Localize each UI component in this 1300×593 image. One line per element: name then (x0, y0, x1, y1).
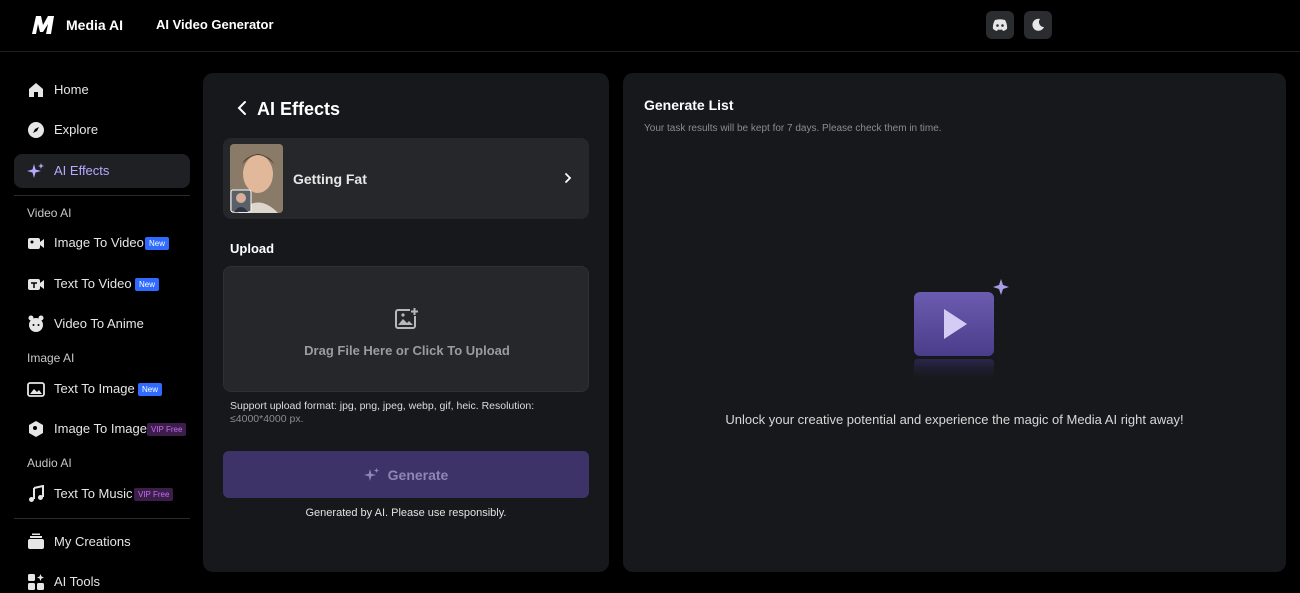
support-resolution-text: ≤4000*4000 px. (230, 413, 304, 425)
sidebar-item-label: Image To Video (54, 235, 144, 250)
empty-state-message: Unlock your creative potential and exper… (725, 412, 1184, 427)
sidebar-item-label: Video To Anime (54, 316, 144, 331)
sidebar-item-label: Home (54, 82, 89, 97)
music-note-icon (29, 485, 44, 502)
home-icon (29, 83, 43, 97)
ai-effects-panel: AI Effects Getting Fat Upload Drag File … (203, 73, 609, 572)
text-to-image-icon (27, 382, 45, 397)
new-badge: New (145, 237, 170, 250)
upload-label: Upload (230, 241, 275, 256)
image-to-image-icon (29, 421, 43, 437)
sidebar-item-home[interactable]: Home (14, 73, 190, 107)
generate-button[interactable]: Generate (223, 451, 589, 498)
back-arrow-icon[interactable] (235, 100, 249, 116)
divider (14, 518, 190, 519)
media-ai-logo[interactable] (30, 13, 58, 37)
section-title-audio-ai: Audio AI (27, 456, 72, 470)
sparkle-icon (27, 163, 44, 178)
generate-list-subtitle: Your task results will be kept for 7 day… (644, 123, 942, 134)
page-title: AI Effects (257, 99, 341, 119)
sidebar-item-ai-tools[interactable]: AI Tools (14, 565, 190, 593)
moon-icon (1032, 18, 1044, 31)
sidebar: Home Explore AI Effects Video AI Image T… (14, 52, 190, 593)
image-to-video-icon (28, 238, 44, 249)
section-title-video-ai: Video AI (27, 206, 72, 220)
chevron-right-icon (565, 173, 572, 183)
discord-button[interactable] (986, 11, 1014, 39)
sidebar-item-my-creations[interactable]: My Creations (14, 525, 190, 559)
vip-free-badge: VIP Free (147, 423, 187, 436)
divider (14, 195, 190, 196)
effect-thumbnail (230, 144, 283, 213)
video-placeholder-illustration (914, 279, 1009, 385)
discord-icon (992, 19, 1008, 31)
sidebar-item-label: Text To Image (54, 381, 135, 396)
compass-icon (28, 122, 44, 138)
sidebar-item-image-to-video[interactable]: Image To Video New (14, 226, 190, 260)
add-image-icon (395, 307, 419, 329)
new-badge: New (135, 278, 160, 291)
effect-selector[interactable]: Getting Fat (223, 138, 589, 219)
sidebar-item-ai-effects[interactable]: AI Effects (14, 154, 190, 188)
sidebar-item-label: Text To Video (54, 276, 132, 291)
sparkle-icon (363, 467, 379, 481)
sidebar-item-video-to-anime[interactable]: Video To Anime (14, 307, 190, 341)
anime-face-icon (28, 315, 44, 332)
theme-toggle-button[interactable] (1024, 11, 1052, 39)
text-to-video-icon (28, 279, 44, 290)
stack-icon (28, 533, 44, 549)
effect-name: Getting Fat (293, 171, 367, 187)
support-format-text: Support upload format: jpg, png, jpeg, w… (230, 400, 535, 412)
sidebar-item-label: My Creations (54, 534, 131, 549)
upload-dropzone[interactable]: Drag File Here or Click To Upload (223, 266, 589, 392)
sidebar-item-text-to-image[interactable]: Text To Image New (14, 372, 190, 406)
ai-disclaimer: Generated by AI. Please use responsibly. (305, 507, 507, 519)
vip-free-badge: VIP Free (134, 488, 174, 501)
brand-name[interactable]: Media AI (66, 17, 123, 33)
generate-label: Generate (387, 466, 449, 483)
sidebar-item-label: Text To Music (54, 486, 133, 501)
tools-grid-icon (28, 574, 44, 590)
sidebar-item-text-to-music[interactable]: Text To Music VIP Free (14, 477, 190, 511)
upload-prompt: Drag File Here or Click To Upload (304, 343, 510, 358)
new-badge: New (138, 383, 163, 396)
generate-list-panel: Generate List Your task results will be … (623, 73, 1286, 572)
sidebar-item-explore[interactable]: Explore (14, 113, 190, 147)
upload-support-info: Support upload format: jpg, png, jpeg, w… (230, 400, 560, 426)
sidebar-item-image-to-image[interactable]: Image To Image VIP Free (14, 412, 190, 446)
generate-list-title: Generate List (644, 97, 734, 113)
sidebar-item-label: AI Tools (54, 574, 101, 589)
sidebar-item-label: Image To Image (54, 421, 147, 436)
section-title-image-ai: Image AI (27, 351, 75, 365)
sidebar-item-label: Explore (54, 122, 99, 137)
sidebar-item-text-to-video[interactable]: Text To Video New (14, 267, 190, 301)
app-title: AI Video Generator (156, 17, 274, 32)
top-bar: Media AI AI Video Generator (0, 0, 1300, 52)
sidebar-item-label: AI Effects (54, 163, 110, 178)
